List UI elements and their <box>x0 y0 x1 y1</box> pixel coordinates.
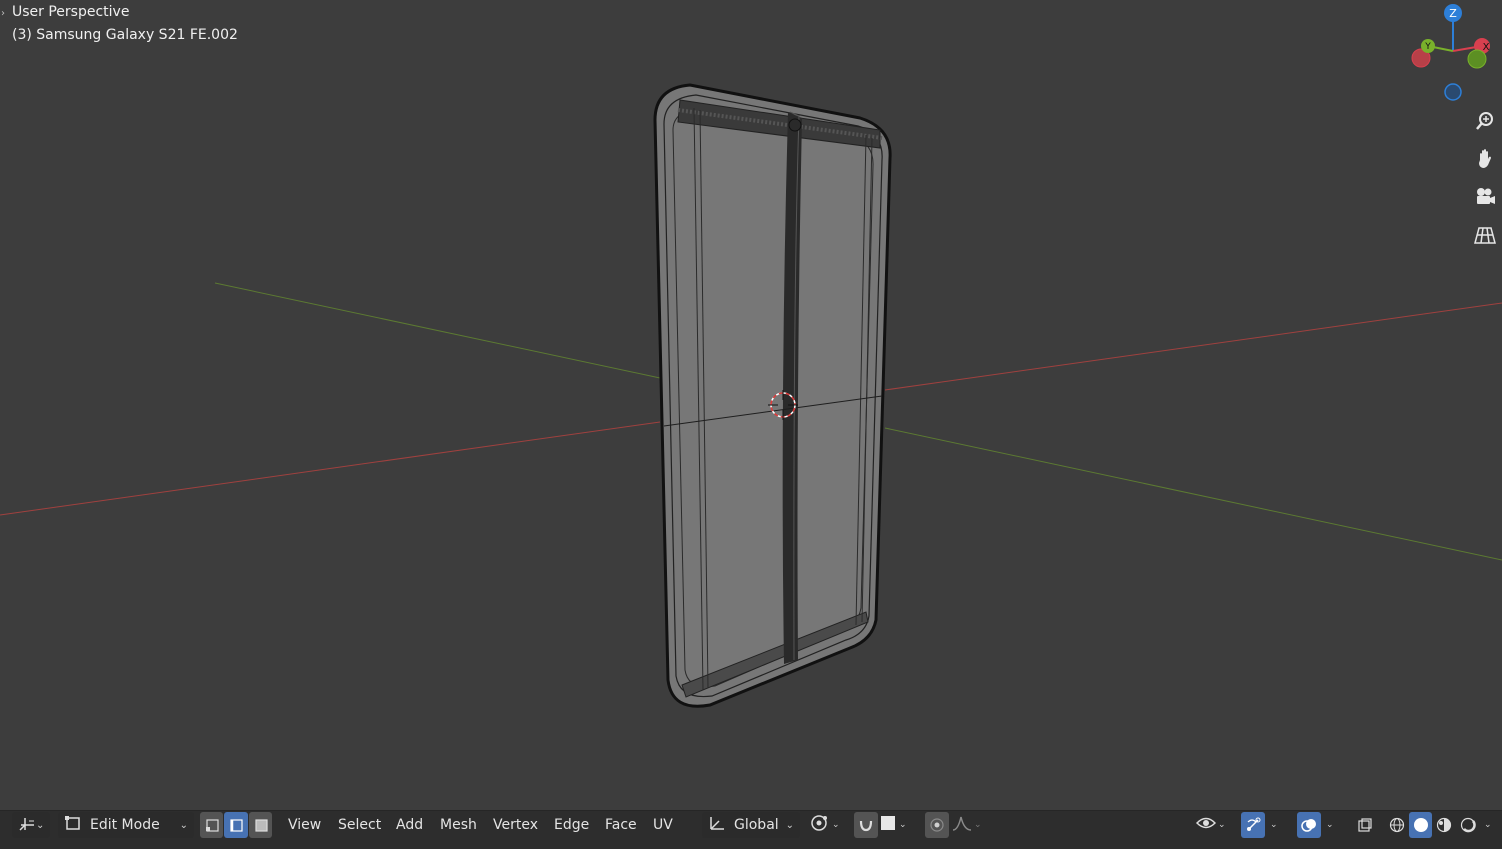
gizmo-z-label: Z <box>1449 7 1457 20</box>
x-axis-line <box>0 421 661 516</box>
transform-orientation-icon <box>708 815 726 835</box>
snap-target-icon <box>879 814 897 836</box>
visibility-eye-icon <box>1195 814 1217 836</box>
overlay-dropdown[interactable]: ⌄ <box>1324 812 1342 838</box>
edge-select-icon[interactable] <box>224 812 248 838</box>
menu-edge[interactable]: Edge <box>548 812 595 838</box>
sidebar-expand-icon[interactable]: › <box>1 8 5 19</box>
gizmo-toggle-icon[interactable] <box>1241 812 1265 838</box>
transform-orientation-dropdown[interactable]: Global ⌄ <box>702 812 800 838</box>
falloff-dropdown[interactable]: ⌄ <box>952 812 988 838</box>
chevron-down-icon: ⌄ <box>1270 820 1278 830</box>
menu-view[interactable]: View <box>282 812 327 838</box>
vertex-select-icon[interactable] <box>200 812 223 838</box>
y-axis-line <box>214 282 661 379</box>
orthographic-grid-icon[interactable] <box>1470 220 1500 250</box>
gizmo-y-label: Y <box>1424 42 1431 52</box>
snap-magnet-icon[interactable] <box>854 812 878 838</box>
menu-vertex[interactable]: Vertex <box>487 812 544 838</box>
mode-label: Edit Mode <box>90 817 160 833</box>
menu-add[interactable]: Add <box>390 812 429 838</box>
edit-mode-icon <box>64 815 82 835</box>
snap-target-dropdown[interactable]: ⌄ <box>879 812 917 838</box>
chevron-down-icon: ⌄ <box>1218 820 1226 830</box>
chevron-down-icon: ⌄ <box>899 820 907 830</box>
face-select-icon[interactable] <box>249 812 272 838</box>
menu-face[interactable]: Face <box>599 812 643 838</box>
xray-toggle-icon[interactable] <box>1354 812 1376 838</box>
chevron-down-icon: ⌄ <box>832 820 840 830</box>
transform-orientation-label: Global <box>734 817 779 833</box>
chevron-down-icon: ⌄ <box>1484 820 1492 830</box>
menu-mesh[interactable]: Mesh <box>434 812 483 838</box>
chevron-down-icon: ⌄ <box>1326 820 1334 830</box>
view-name-label: User Perspective <box>12 4 130 20</box>
material-shading-icon[interactable] <box>1433 812 1455 838</box>
hand-pan-icon[interactable] <box>1470 144 1500 174</box>
shading-dropdown[interactable]: ⌄ <box>1482 812 1500 838</box>
camera-icon[interactable] <box>1470 182 1500 212</box>
gizmo-z-negative <box>1444 83 1462 101</box>
visibility-dropdown[interactable]: ⌄ <box>1195 812 1234 838</box>
chevron-down-icon: ⌄ <box>179 819 188 831</box>
gizmo-x-label: X <box>1483 42 1490 53</box>
chevron-down-icon: ⌄ <box>36 819 45 831</box>
x-axis-line <box>884 302 1502 391</box>
pivot-point-dropdown[interactable]: ⌄ <box>810 812 846 838</box>
3d-viewport-icon <box>18 815 36 835</box>
solid-shading-icon[interactable] <box>1409 812 1432 838</box>
active-object-label: (3) Samsung Galaxy S21 FE.002 <box>12 27 238 43</box>
navigation-gizmo[interactable]: Z X Y <box>1404 0 1502 110</box>
chevron-down-icon: ⌄ <box>785 819 794 831</box>
pivot-point-icon <box>810 814 830 836</box>
3d-viewport[interactable]: › User Perspective (3) Samsung Galaxy S2… <box>0 0 1502 810</box>
proportional-editing-icon[interactable] <box>925 812 949 838</box>
mode-dropdown[interactable]: Edit Mode ⌄ <box>58 812 194 838</box>
overlay-toggle-icon[interactable] <box>1297 812 1321 838</box>
gizmo-dropdown[interactable]: ⌄ <box>1268 812 1286 838</box>
editor-type-dropdown[interactable]: ⌄ <box>12 812 50 838</box>
chevron-down-icon: ⌄ <box>974 820 982 830</box>
viewport-scene[interactable] <box>0 0 1502 810</box>
rendered-shading-icon[interactable] <box>1457 812 1479 838</box>
wireframe-shading-icon[interactable] <box>1386 812 1408 838</box>
y-axis-line <box>884 427 1502 561</box>
falloff-curve-icon <box>952 814 972 836</box>
menu-uv[interactable]: UV <box>647 812 679 838</box>
phone-mesh[interactable] <box>653 83 892 708</box>
zoom-icon[interactable] <box>1470 106 1500 136</box>
menu-select[interactable]: Select <box>332 812 387 838</box>
